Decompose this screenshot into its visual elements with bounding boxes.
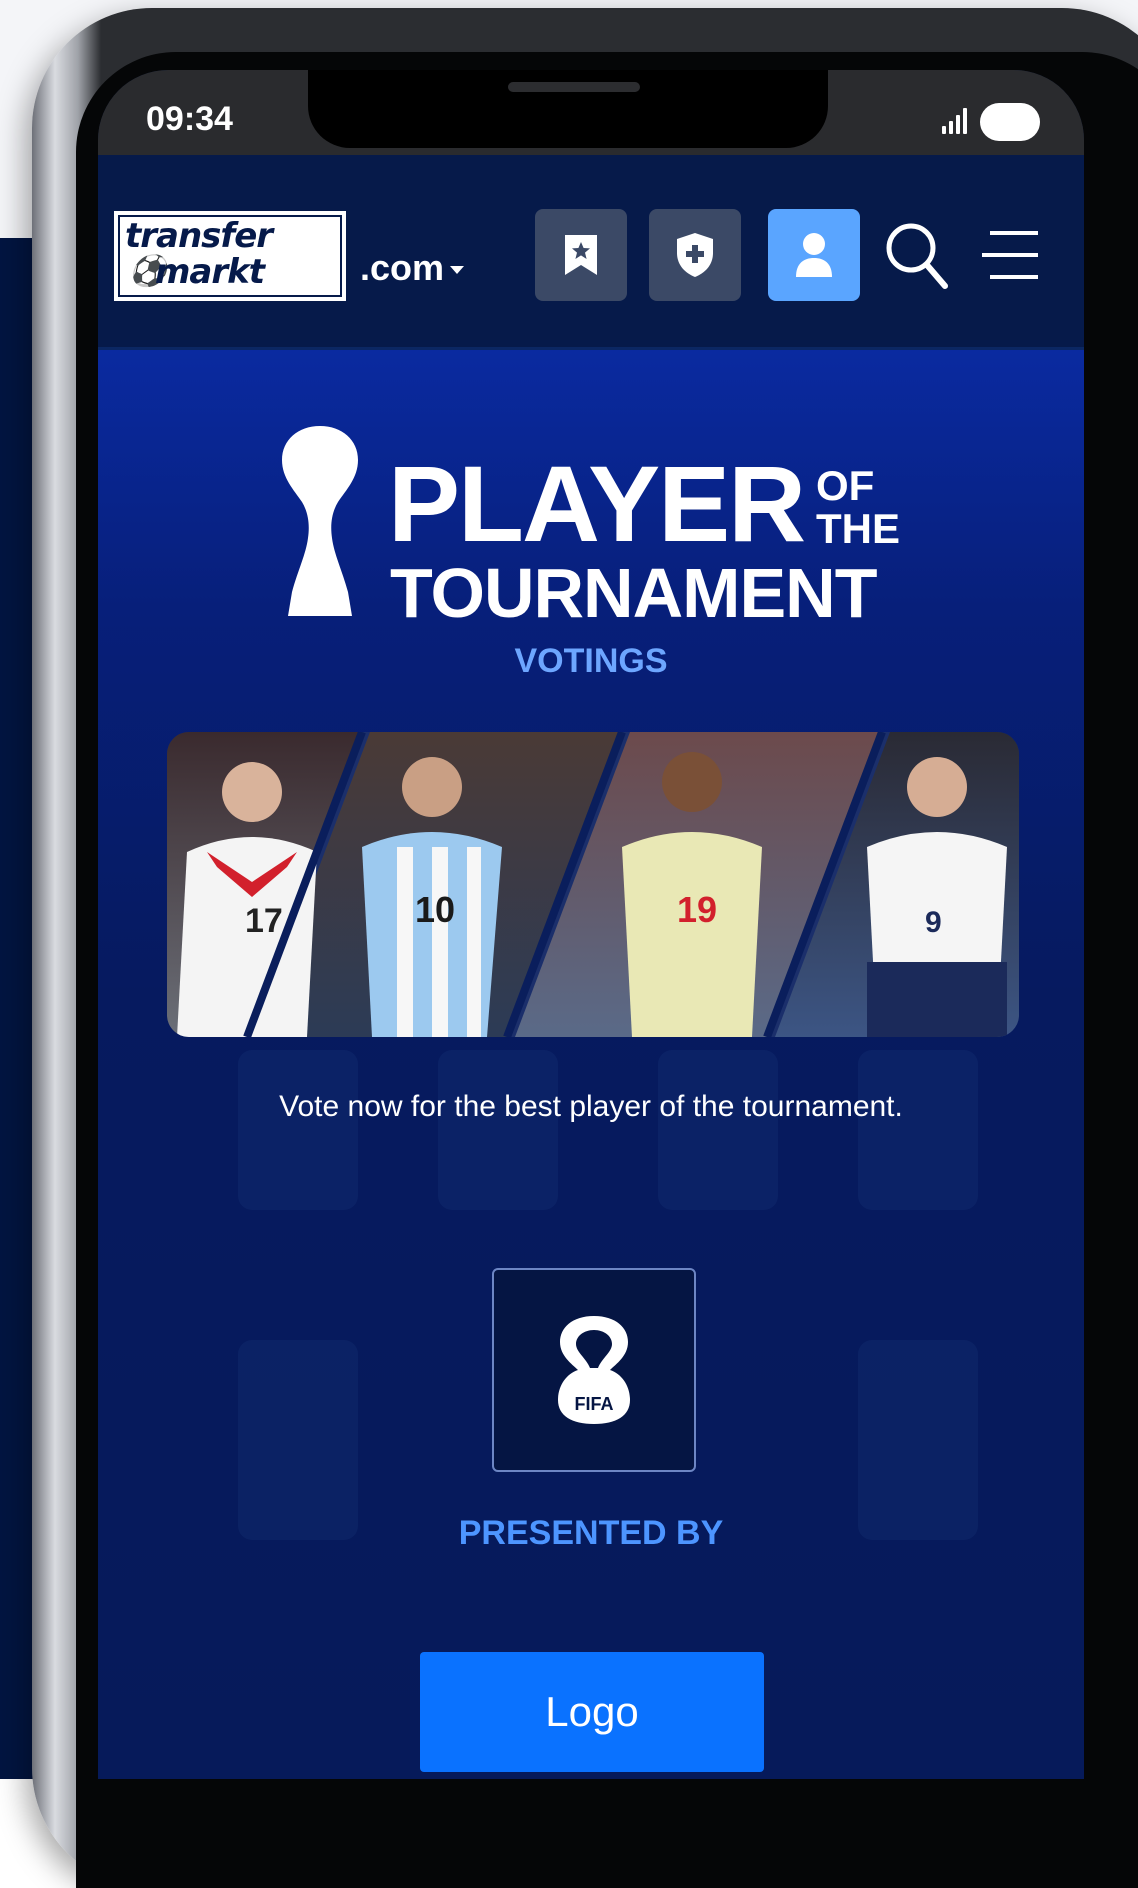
logo-figure-icon: ⚽ xyxy=(129,255,167,288)
fifa-logo-icon: FIFA xyxy=(558,1316,630,1424)
club-button[interactable] xyxy=(649,209,741,301)
chevron-down-icon xyxy=(450,266,465,275)
background-tile xyxy=(238,1340,358,1540)
domain-selector[interactable]: .com xyxy=(360,247,465,289)
status-time: 09:34 xyxy=(146,100,233,138)
profile-button[interactable] xyxy=(768,209,860,301)
background-tile xyxy=(438,1050,558,1210)
title-tournament: TOURNAMENT xyxy=(390,554,877,632)
speaker xyxy=(508,82,640,92)
player-number: 19 xyxy=(677,889,717,930)
background-tile xyxy=(658,1050,778,1210)
background-tile xyxy=(858,1050,978,1210)
transfermarkt-logo[interactable]: transfer ⚽ markt xyxy=(114,211,346,301)
votings-subtitle: VOTINGS xyxy=(514,642,668,680)
title-player: PLAYER xyxy=(388,443,806,564)
players-collage: 17 10 19 9 xyxy=(167,732,1019,1037)
phone-screen: 09:34 transfer ⚽ markt .com PLAYER OF TH… xyxy=(98,70,1084,1779)
presented-by-label: PRESENTED BY xyxy=(458,1514,724,1552)
menu-button[interactable] xyxy=(964,209,1056,301)
player-number: 9 xyxy=(925,906,942,939)
fifa-partner-card[interactable]: FIFA xyxy=(492,1268,696,1472)
watchlist-button[interactable] xyxy=(535,209,627,301)
logo-text-line2: markt xyxy=(155,252,265,292)
bookmark-star-icon xyxy=(565,235,597,275)
user-icon xyxy=(796,233,832,277)
site-header: transfer ⚽ markt .com xyxy=(98,155,1084,350)
hero-section: PLAYER OF THE TOURNAMENT VOTINGS 17 10 1… xyxy=(98,350,1084,1779)
battery-icon xyxy=(980,103,1040,141)
player-number: 17 xyxy=(245,902,283,940)
trophy-icon xyxy=(282,426,358,616)
hamburger-menu-icon xyxy=(982,231,1038,279)
background-tile xyxy=(858,1340,978,1540)
background-tile xyxy=(238,1050,358,1210)
player-number: 10 xyxy=(415,889,455,930)
search-icon xyxy=(886,223,948,289)
notch xyxy=(308,70,828,148)
vote-description: Vote now for the best player of the tour… xyxy=(279,1090,903,1123)
signal-icon xyxy=(942,108,972,134)
logo-text-line1: transfer xyxy=(125,216,273,256)
search-button[interactable] xyxy=(870,209,962,301)
domain-label: .com xyxy=(360,247,445,288)
players-banner-image: 17 10 19 9 xyxy=(167,732,1019,1037)
svg-text:FIFA: FIFA xyxy=(575,1394,614,1414)
shield-plus-icon xyxy=(677,233,713,277)
title-of: OF xyxy=(816,462,875,509)
title-the: THE xyxy=(816,505,900,552)
status-bar: 09:34 xyxy=(98,70,1084,155)
sponsor-logo-button[interactable]: Logo xyxy=(420,1652,764,1772)
